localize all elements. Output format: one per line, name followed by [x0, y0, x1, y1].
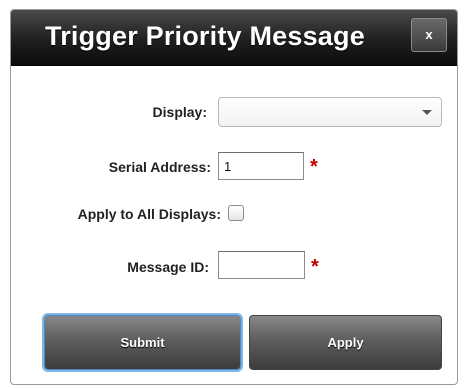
serial-address-input[interactable] — [218, 152, 304, 180]
apply-to-all-displays-label: Apply to All Displays: — [77, 206, 221, 222]
message-id-required-marker: * — [311, 256, 319, 278]
trigger-priority-message-dialog: Trigger Priority Message x Display: Seri… — [10, 9, 458, 385]
dialog-titlebar: Trigger Priority Message x — [11, 10, 457, 66]
submit-button[interactable]: Submit — [44, 315, 241, 370]
chevron-down-icon — [422, 110, 432, 115]
apply-to-all-displays-checkbox[interactable] — [228, 205, 244, 221]
close-button[interactable]: x — [411, 18, 447, 52]
message-id-input[interactable] — [218, 251, 305, 279]
serial-address-required-marker: * — [310, 156, 318, 178]
dialog-title: Trigger Priority Message — [45, 21, 365, 51]
message-id-label: Message ID: — [127, 259, 209, 275]
display-label: Display: — [152, 104, 207, 120]
display-select[interactable] — [218, 97, 442, 127]
serial-address-label: Serial Address: — [108, 159, 211, 175]
apply-button[interactable]: Apply — [249, 315, 442, 370]
